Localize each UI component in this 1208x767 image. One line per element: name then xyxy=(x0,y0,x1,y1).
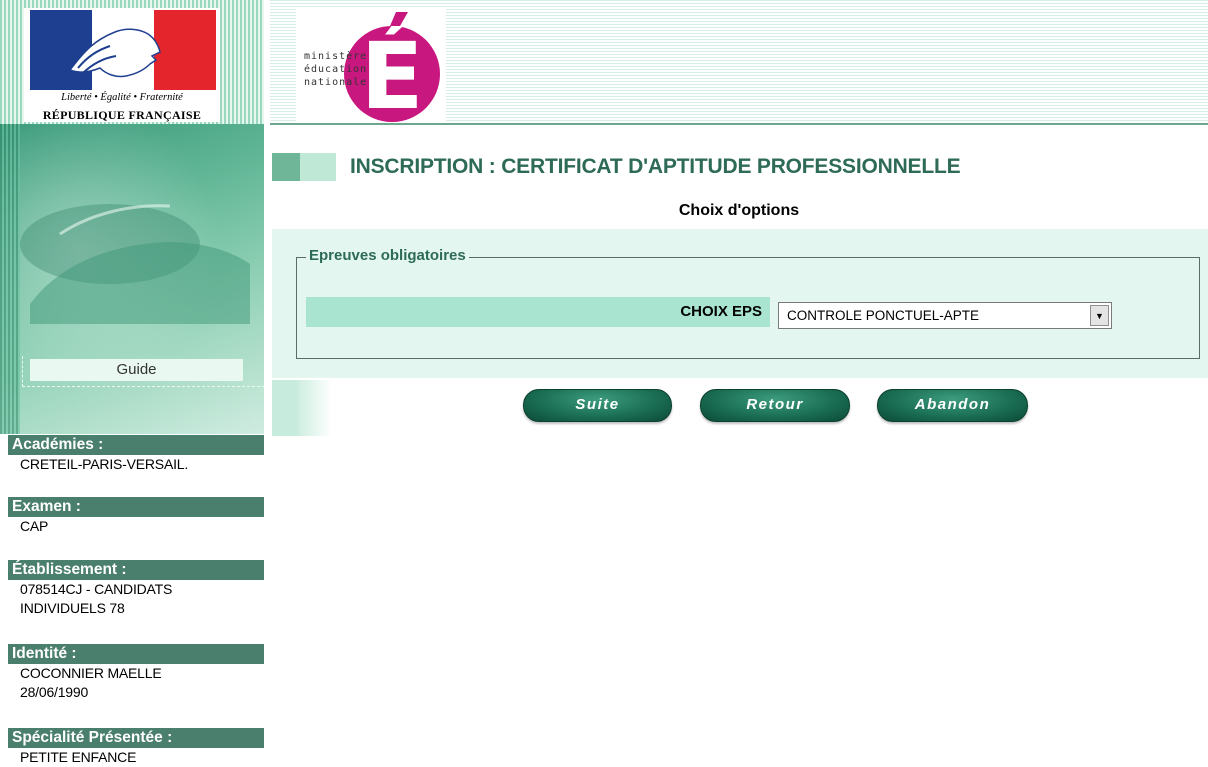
republique-name: RÉPUBLIQUE FRANÇAISE xyxy=(42,108,202,122)
info-label: Identité : xyxy=(8,644,264,664)
suite-button[interactable]: Suite xyxy=(523,389,672,422)
info-value: CAP xyxy=(20,518,49,534)
info-value: 28/06/1990 xyxy=(20,684,89,700)
ministere-line: nationale xyxy=(304,77,368,88)
title-decoration xyxy=(272,153,336,181)
ministere-line: ministère xyxy=(304,51,368,62)
eps-selected-value: CONTROLE PONCTUEL-APTE xyxy=(787,308,980,323)
info-label: Académies : xyxy=(8,435,264,455)
info-value: PETITE ENFANCE xyxy=(20,749,137,765)
info-value: COCONNIER MAELLE xyxy=(20,665,162,681)
info-value: INDIVIDUELS 78 xyxy=(20,600,125,616)
eps-label: CHOIX EPS xyxy=(680,303,762,320)
info-etablissement: Établissement : 078514CJ - CANDIDATS IND… xyxy=(0,560,270,618)
info-value: 078514CJ - CANDIDATS xyxy=(20,581,173,597)
abandon-button[interactable]: Abandon xyxy=(877,389,1028,422)
eps-label-row: CHOIX EPS xyxy=(306,297,770,327)
republique-francaise-logo: Liberté • Égalité • Fraternité RÉPUBLIQU… xyxy=(24,8,220,122)
left-sidebar: Liberté • Égalité • Fraternité RÉPUBLIQU… xyxy=(0,0,270,767)
buttons-decoration xyxy=(272,380,332,436)
ministere-line: éducation xyxy=(304,64,368,75)
info-label: Spécialité Présentée : xyxy=(8,728,264,748)
ministere-text: ministère éducation nationale xyxy=(304,50,367,89)
ministere-education-logo: É ministère éducation nationale xyxy=(296,8,446,122)
guide-link[interactable]: Guide xyxy=(30,359,243,381)
republique-motto: Liberté • Égalité • Fraternité xyxy=(61,92,183,103)
chevron-down-icon[interactable]: ▼ xyxy=(1090,305,1109,326)
info-examen: Examen : CAP xyxy=(0,497,270,536)
marianne-profile-icon xyxy=(68,28,161,78)
info-value: CRETEIL-PARIS-VERSAIL. xyxy=(20,456,189,472)
republique-francaise-logo-area: Liberté • Égalité • Fraternité RÉPUBLIQU… xyxy=(0,0,264,124)
info-academies: Académies : CRETEIL-PARIS-VERSAIL. xyxy=(0,435,270,474)
fieldset-legend: Epreuves obligatoires xyxy=(306,247,469,264)
info-label: Établissement : xyxy=(8,560,264,580)
info-identite: Identité : COCONNIER MAELLE 28/06/1990 xyxy=(0,644,270,702)
page-subtitle: Choix d'options xyxy=(678,202,800,219)
page-title: INSCRIPTION : CERTIFICAT D'APTITUDE PROF… xyxy=(350,155,961,178)
decorative-photo: Guide xyxy=(0,124,265,434)
info-specialite: Spécialité Présentée : PETITE ENFANCE xyxy=(0,728,270,767)
info-label: Examen : xyxy=(8,497,264,517)
tricolor-flag xyxy=(30,10,216,90)
retour-button[interactable]: Retour xyxy=(700,389,850,422)
hands-keyboard-illustration xyxy=(20,204,250,324)
ministere-letter: É xyxy=(361,22,424,122)
eps-select[interactable]: CONTROLE PONCTUEL-APTE ▼ xyxy=(778,302,1112,329)
